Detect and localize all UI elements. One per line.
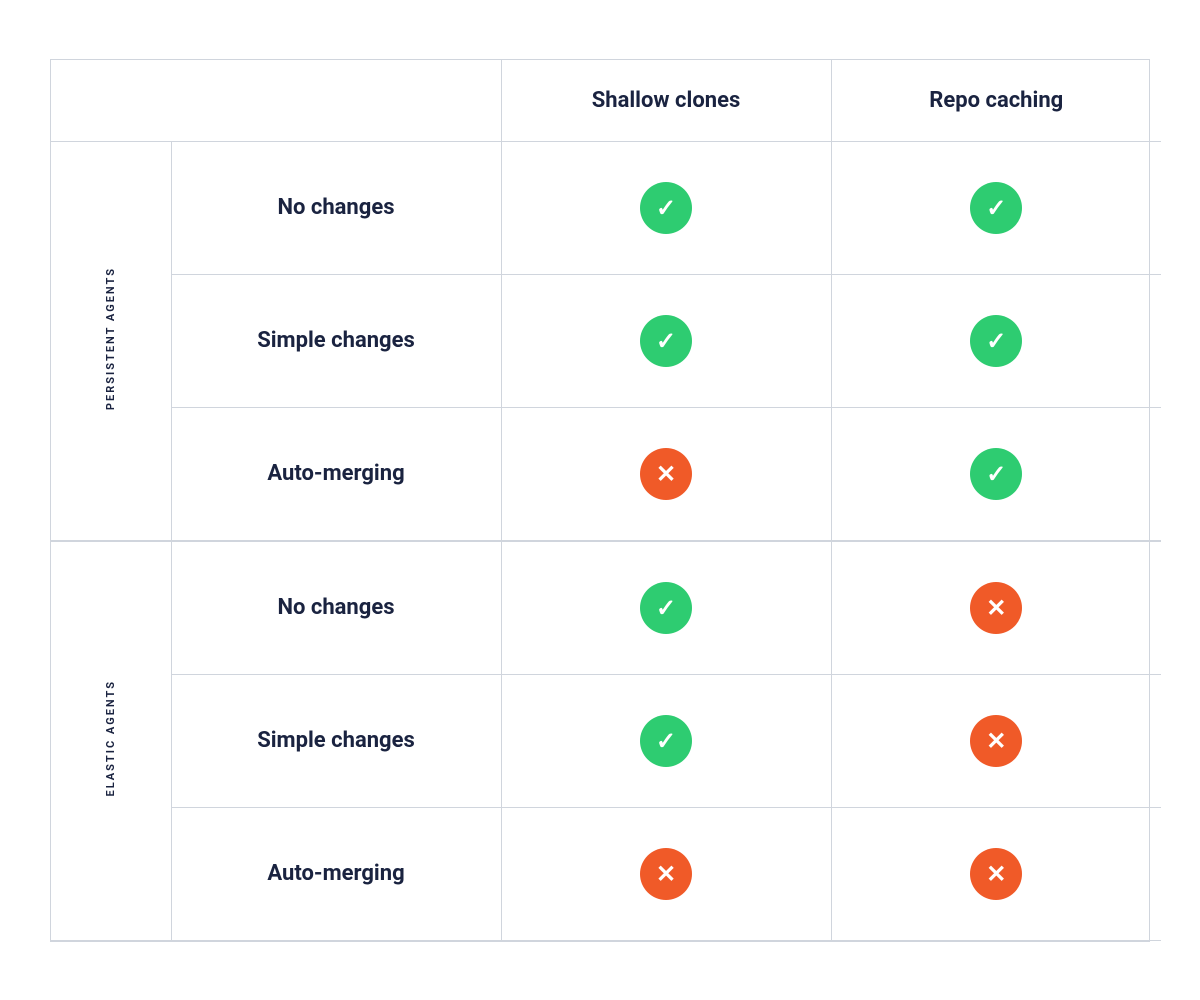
shallow-icon-0-1: ✓: [501, 274, 831, 407]
group-label-0: PERSISTENT AGENTS: [51, 141, 171, 541]
header-shallow-clones: Shallow clones: [501, 60, 831, 142]
row-label-1-2: Auto-merging: [171, 807, 501, 940]
shallow-icon-1-0: ✓: [501, 541, 831, 675]
row-label-0-2: Auto-merging: [171, 407, 501, 541]
repo-icon-1-2: ✕: [831, 807, 1161, 940]
check-icon: ✓: [640, 582, 692, 634]
group-label-text-1: ELASTIC AGENTS: [104, 680, 117, 796]
cross-icon: ✕: [970, 715, 1022, 767]
cross-icon: ✕: [640, 448, 692, 500]
shallow-icon-1-1: ✓: [501, 674, 831, 807]
check-icon: ✓: [640, 715, 692, 767]
row-label-1-0: No changes: [171, 541, 501, 675]
row-label-0-1: Simple changes: [171, 274, 501, 407]
comparison-table: Shallow clones Repo caching PERSISTENT A…: [50, 59, 1150, 942]
header-repo-caching: Repo caching: [831, 60, 1161, 142]
repo-icon-0-0: ✓: [831, 141, 1161, 274]
repo-icon-1-0: ✕: [831, 541, 1161, 675]
check-icon: ✓: [640, 182, 692, 234]
check-icon: ✓: [970, 315, 1022, 367]
shallow-icon-1-2: ✕: [501, 807, 831, 940]
check-icon: ✓: [640, 315, 692, 367]
row-label-0-0: No changes: [171, 141, 501, 274]
cross-icon: ✕: [970, 582, 1022, 634]
row-label-1-1: Simple changes: [171, 674, 501, 807]
check-icon: ✓: [970, 182, 1022, 234]
group-label-text-0: PERSISTENT AGENTS: [104, 267, 117, 410]
repo-icon-0-2: ✓: [831, 407, 1161, 541]
repo-icon-0-1: ✓: [831, 274, 1161, 407]
cross-icon: ✕: [970, 848, 1022, 900]
group-label-1: ELASTIC AGENTS: [51, 541, 171, 941]
shallow-icon-0-0: ✓: [501, 141, 831, 274]
cross-icon: ✕: [640, 848, 692, 900]
check-icon: ✓: [970, 448, 1022, 500]
repo-icon-1-1: ✕: [831, 674, 1161, 807]
shallow-icon-0-2: ✕: [501, 407, 831, 541]
header-empty: [51, 60, 501, 142]
